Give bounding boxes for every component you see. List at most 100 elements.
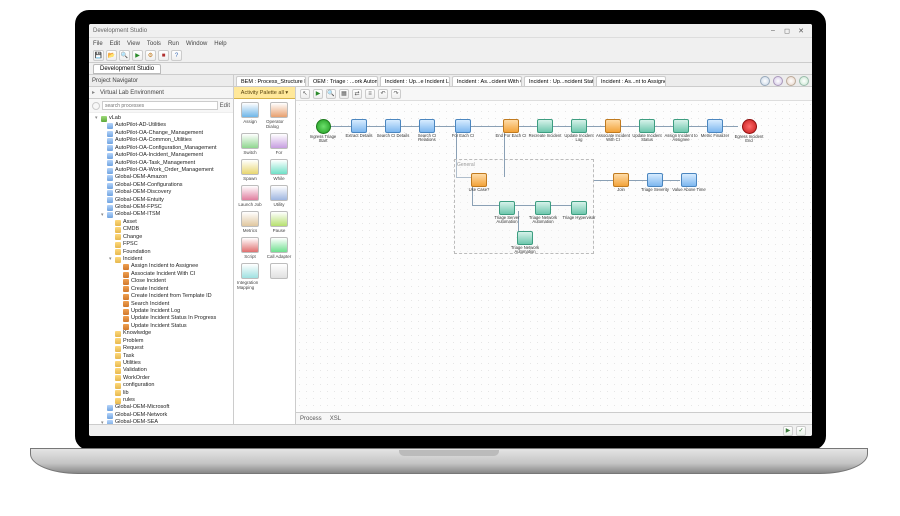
tree-item[interactable]: Problem: [89, 338, 233, 345]
menu-edit[interactable]: Edit: [110, 41, 120, 47]
project-tree[interactable]: ▾vLabAutoPilot-AD-Utilities AutoPilot-OA-…: [89, 113, 233, 424]
palette-item[interactable]: Spawn: [237, 159, 263, 181]
palette-item[interactable]: Operator Dialog: [266, 102, 292, 129]
tree-item[interactable]: AutoPilot-OA-Work_Order_Management: [89, 167, 233, 174]
minimize-icon[interactable]: –: [766, 26, 780, 36]
flow-node[interactable]: Update Incident Status: [632, 119, 662, 142]
tree-item[interactable]: Validation: [89, 367, 233, 374]
help-icon[interactable]: ?: [171, 50, 182, 61]
tree-item[interactable]: Change: [89, 234, 233, 241]
flow-node[interactable]: Metric Finalizer: [700, 119, 730, 138]
sync-icon[interactable]: [799, 76, 809, 86]
flow-node[interactable]: Triage Network Automation: [528, 201, 558, 224]
flow-node[interactable]: Use Case?: [464, 173, 494, 192]
editor-tab[interactable]: OEM : Triage : ...ork Automation: [308, 76, 378, 86]
tree-item[interactable]: Asset: [89, 219, 233, 226]
flow-node[interactable]: Search CI Details: [378, 119, 408, 138]
tree-item[interactable]: Global-OEM-Entuity: [89, 197, 233, 204]
link-icon[interactable]: ⇄: [352, 89, 362, 99]
tree-item[interactable]: configuration: [89, 382, 233, 389]
editor-tab[interactable]: Incident : Up...e Incident Log: [380, 76, 450, 86]
tree-item[interactable]: Global-OEM-FPSC: [89, 204, 233, 211]
flow-node[interactable]: Triage Network Automation: [510, 231, 540, 254]
status-ok-icon[interactable]: ✓: [796, 426, 806, 436]
tab-xsl[interactable]: XSL: [330, 416, 341, 422]
tree-item[interactable]: Create Incident: [89, 286, 233, 293]
zoom-out-icon[interactable]: 🔍: [326, 89, 336, 99]
redo-icon[interactable]: ↷: [391, 89, 401, 99]
flow-node[interactable]: Assign Incident to Assignee: [666, 119, 696, 142]
tree-item[interactable]: ▾Incident: [89, 256, 233, 263]
palette-item[interactable]: Utility: [266, 185, 292, 207]
tree-item[interactable]: Assign Incident to Assignee: [89, 263, 233, 270]
debug-icon[interactable]: ⚙: [145, 50, 156, 61]
editor-tab[interactable]: Incident : Up...ncident Status: [524, 76, 594, 86]
editor-tab[interactable]: Incident : As...nt to Assignee: [596, 76, 666, 86]
run-icon[interactable]: ▶: [132, 50, 143, 61]
tree-item[interactable]: Close Incident: [89, 278, 233, 285]
options-icon[interactable]: [786, 76, 796, 86]
tree-item[interactable]: FPSC: [89, 241, 233, 248]
tree-item[interactable]: WorkOrder: [89, 375, 233, 382]
tree-item[interactable]: Global-OEM-Discovery: [89, 189, 233, 196]
menu-run[interactable]: Run: [168, 41, 179, 47]
tab-process[interactable]: Process: [300, 416, 322, 422]
palette-item[interactable]: Metrics: [237, 211, 263, 233]
tree-item[interactable]: Foundation: [89, 249, 233, 256]
tree-item[interactable]: Global-OEM-Microsoft: [89, 404, 233, 411]
tree-item[interactable]: Update Incident Status: [89, 323, 233, 330]
search-mode-label[interactable]: Edit: [220, 103, 230, 109]
zoom-in-icon[interactable]: ▶: [313, 89, 323, 99]
tree-item[interactable]: ▾vLab: [89, 115, 233, 122]
tree-item[interactable]: Create Incident from Template ID: [89, 293, 233, 300]
flow-node[interactable]: Extract Details: [344, 119, 374, 138]
tree-item[interactable]: AutoPilot-OA-Task_Management: [89, 160, 233, 167]
deploy-icon[interactable]: [773, 76, 783, 86]
menu-tools[interactable]: Tools: [147, 41, 161, 47]
tree-item[interactable]: Task: [89, 353, 233, 360]
palette-item[interactable]: Switch: [237, 133, 263, 155]
tree-item[interactable]: AutoPilot-OA-Configuration_Management: [89, 145, 233, 152]
flow-node[interactable]: End For Each CI: [496, 119, 526, 138]
menu-view[interactable]: View: [127, 41, 140, 47]
process-canvas[interactable]: General Ingress Triage StartExtract Deta…: [296, 101, 812, 412]
align-icon[interactable]: ≡: [365, 89, 375, 99]
status-run-icon[interactable]: ▶: [783, 426, 793, 436]
palette-item[interactable]: Script: [237, 237, 263, 259]
close-icon[interactable]: ✕: [794, 26, 808, 36]
flow-node[interactable]: Update Incident Log: [564, 119, 594, 142]
palette-item[interactable]: Pause: [266, 211, 292, 233]
tree-item[interactable]: Global-OEM-Network: [89, 412, 233, 419]
tree-item[interactable]: Search Incident: [89, 301, 233, 308]
flow-node[interactable]: Value Above Time: [674, 173, 704, 192]
flow-node[interactable]: Triage Server Automation: [492, 201, 522, 224]
tree-item[interactable]: Associate Incident With CI: [89, 271, 233, 278]
tree-item[interactable]: AutoPilot-OA-Incident_Management: [89, 152, 233, 159]
flow-node[interactable]: Triage Severity: [640, 173, 670, 192]
palette-header[interactable]: Activity Palette all ▾: [234, 87, 295, 99]
globe-icon[interactable]: [760, 76, 770, 86]
menu-window[interactable]: Window: [186, 41, 207, 47]
stop-icon[interactable]: ■: [158, 50, 169, 61]
flow-node[interactable]: Egress Incident End: [734, 119, 764, 143]
tree-item[interactable]: Request: [89, 345, 233, 352]
tree-item[interactable]: CMDB: [89, 226, 233, 233]
save-icon[interactable]: 💾: [93, 50, 104, 61]
perspective-tab[interactable]: Development Studio: [93, 64, 161, 74]
tree-item[interactable]: Utilities: [89, 360, 233, 367]
filter-icon[interactable]: [92, 102, 100, 110]
palette-item[interactable]: [266, 263, 292, 290]
tree-item[interactable]: rules: [89, 397, 233, 404]
flow-node[interactable]: Triage Hypervisor: [564, 201, 594, 220]
open-icon[interactable]: 📂: [106, 50, 117, 61]
pointer-icon[interactable]: ↖: [300, 89, 310, 99]
flow-node[interactable]: Ingress Triage Start: [308, 119, 338, 143]
editor-tab[interactable]: BEM : Process_Structure Event: [236, 76, 306, 86]
flow-node[interactable]: Recreate Incident: [530, 119, 560, 138]
tree-item[interactable]: AutoPilot-AD-Utilities: [89, 122, 233, 129]
tree-item[interactable]: Update Incident Log: [89, 308, 233, 315]
search-icon[interactable]: 🔍: [119, 50, 130, 61]
flow-node[interactable]: Search CI Relations: [412, 119, 442, 142]
tree-item[interactable]: Global-OEM-Configurations: [89, 182, 233, 189]
tree-item[interactable]: Update Incident Status In Progress: [89, 315, 233, 322]
